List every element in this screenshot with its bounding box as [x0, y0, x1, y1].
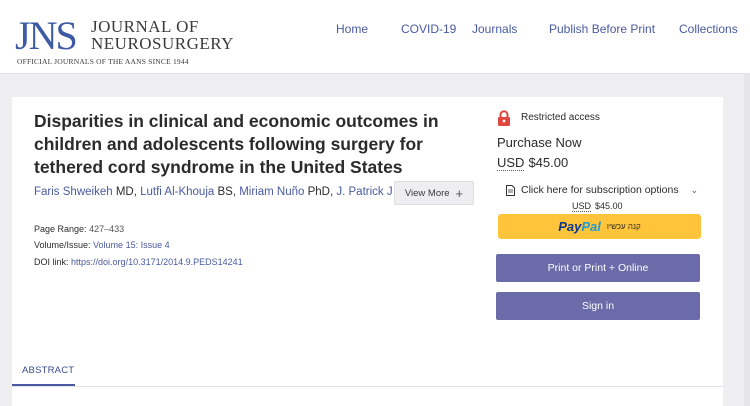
volume-issue: Volume/Issue: Volume 15: Issue 4 — [34, 240, 170, 250]
page-range: Page Range: 427–433 — [34, 224, 124, 234]
volume-label: Volume/Issue: — [34, 240, 91, 250]
nav-covid-19[interactable]: COVID-19 — [401, 22, 456, 36]
volume-link[interactable]: Volume 15: Issue 4 — [93, 240, 170, 250]
print-or-online-button[interactable]: Print or Print + Online — [496, 254, 700, 282]
author-link[interactable]: Lutfi Al-Khouja — [140, 186, 214, 198]
nav-collections[interactable]: Collections — [679, 22, 738, 36]
logo-line2: NEUROSURGERY — [91, 34, 234, 53]
author-degree: BS — [217, 186, 233, 198]
subscription-currency: USD — [572, 201, 592, 212]
author-link[interactable]: Faris Shweikeh — [34, 186, 113, 198]
view-more-authors-button[interactable]: View More + — [394, 181, 474, 205]
logo-abbr: JNS — [15, 13, 78, 58]
logo-line1: JOURNAL OF — [91, 17, 199, 36]
chevron-down-icon: ⌄ — [690, 184, 699, 195]
paypal-logo: PayPal — [558, 219, 601, 234]
journal-logo[interactable]: JNS JOURNAL OF NEUROSURGERY OFFICIAL JOU… — [15, 12, 245, 68]
purchase-now-heading: Purchase Now — [497, 135, 582, 150]
paypal-button[interactable]: PayPal קנה עכשיו — [498, 214, 701, 239]
page-range-value: 427–433 — [89, 224, 125, 234]
purchase-price: USD $45.00 — [497, 155, 569, 171]
nav-home[interactable]: Home — [336, 22, 368, 36]
nav-journals[interactable]: Journals — [472, 22, 517, 36]
page-range-label: Page Range: — [34, 224, 87, 234]
author-degree: PhD — [307, 186, 330, 198]
subscription-options-label: Click here for subscription options — [521, 184, 679, 196]
subscription-price: USD $45.00 — [572, 201, 623, 212]
price-currency: USD — [497, 155, 525, 171]
doi-link[interactable]: https://doi.org/10.3171/2014.9.PEDS14241 — [71, 257, 243, 267]
subscription-options-toggle[interactable]: Click here for subscription options ⌄ — [506, 184, 698, 196]
document-icon — [506, 184, 515, 196]
author-list: Faris Shweikeh MD, Lutfi Al-Khouja BS, M… — [34, 186, 405, 198]
lock-icon — [498, 110, 510, 126]
article-title: Disparities in clinical and economic out… — [34, 111, 439, 177]
site-header: JNS JOURNAL OF NEUROSURGERY OFFICIAL JOU… — [0, 0, 750, 74]
paypal-buy-now-label: קנה עכשיו — [606, 222, 641, 231]
logo-tagline: OFFICIAL JOURNALS OF THE AANS SINCE 1944 — [17, 57, 189, 66]
subscription-amount: $45.00 — [595, 201, 623, 211]
sign-in-button[interactable]: Sign in — [496, 292, 700, 320]
view-more-label: View More — [404, 187, 450, 199]
access-status: Restricted access — [521, 112, 600, 123]
tabs-divider — [12, 386, 723, 387]
author-degree: MD — [115, 186, 134, 198]
author-link[interactable]: Miriam Nuño — [239, 186, 304, 198]
nav-publish-before-print[interactable]: Publish Before Print — [549, 22, 655, 36]
page-scrollbar[interactable] — [744, 74, 750, 406]
doi-label: DOI link: — [34, 257, 69, 267]
tab-abstract[interactable]: ABSTRACT — [22, 365, 74, 376]
doi: DOI link: https://doi.org/10.3171/2014.9… — [34, 257, 243, 267]
price-amount: $45.00 — [528, 155, 569, 170]
plus-icon: + — [455, 185, 464, 201]
